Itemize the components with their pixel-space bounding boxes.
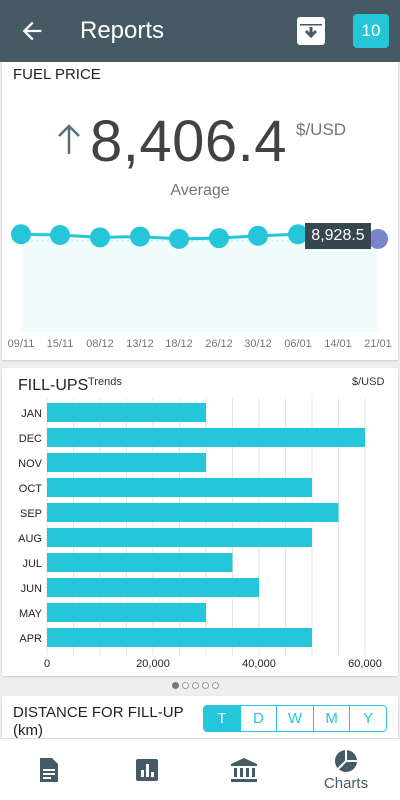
data-point[interactable] xyxy=(90,227,110,248)
bar[interactable] xyxy=(47,403,206,422)
x-tick-label: 14/01 xyxy=(324,338,352,350)
x-tick-label: 20,000 xyxy=(136,658,170,670)
x-tick-label: 09/11 xyxy=(8,338,35,350)
x-tick-label: 06/01 xyxy=(284,338,312,350)
bar[interactable] xyxy=(47,553,233,572)
fill-ups-unit: $/USD xyxy=(352,376,385,388)
bar[interactable] xyxy=(47,528,312,547)
page-dot[interactable] xyxy=(172,682,179,689)
data-point[interactable] xyxy=(50,225,70,246)
y-category-label: JUN xyxy=(21,583,42,595)
charts-nav-label: Charts xyxy=(323,774,369,792)
data-point[interactable] xyxy=(11,224,31,245)
line-area xyxy=(21,236,378,332)
y-category-label: SEP xyxy=(20,508,42,520)
bar[interactable] xyxy=(47,453,206,472)
bottom-nav: Charts xyxy=(0,738,400,800)
page-dot[interactable] xyxy=(182,682,189,689)
y-category-label: APR xyxy=(19,633,42,645)
page-indicator xyxy=(172,682,219,689)
x-tick-label: 60,000 xyxy=(348,658,382,670)
page-dot[interactable] xyxy=(202,682,209,689)
document-icon xyxy=(40,758,58,782)
bar[interactable] xyxy=(47,603,206,622)
nav-item-bank[interactable] xyxy=(230,739,258,800)
fill-ups-label: FILL-UPS xyxy=(18,377,89,394)
back-arrow-icon[interactable] xyxy=(18,17,46,45)
count-badge[interactable]: 10 xyxy=(353,14,389,48)
page-dot[interactable] xyxy=(192,682,199,689)
x-tick-label: 0 xyxy=(44,658,50,670)
period-option-d[interactable]: D xyxy=(239,706,277,731)
data-point[interactable] xyxy=(368,228,388,249)
fuel-price-label: FUEL PRICE xyxy=(13,66,101,83)
x-tick-label: 30/12 xyxy=(244,338,272,350)
y-category-label: OCT xyxy=(19,483,43,495)
period-option-m[interactable]: M xyxy=(312,706,350,731)
fill-ups-bar-chart: JAN DEC NOV OCT SEP AUG JUL JUN MAY APR 0 20,000 40,… xyxy=(18,398,382,670)
y-category-label: JUL xyxy=(22,558,42,570)
data-point[interactable] xyxy=(248,225,268,246)
y-category-label: DEC xyxy=(19,433,42,445)
period-selector: T D W M Y xyxy=(203,705,387,732)
data-point[interactable] xyxy=(169,228,189,249)
x-tick-label: 26/12 xyxy=(205,338,233,350)
bar-chart-icon xyxy=(136,759,158,781)
period-option-t[interactable]: T xyxy=(204,706,240,731)
period-option-y[interactable]: Y xyxy=(349,706,386,731)
x-tick-label: 21/01 xyxy=(364,338,392,350)
data-point[interactable] xyxy=(209,228,229,249)
trends-label: Trends xyxy=(88,376,122,388)
fuel-price-unit: $/USD xyxy=(296,120,347,139)
distance-label: DISTANCE FOR FILL-UP (km) xyxy=(13,704,184,740)
data-point[interactable] xyxy=(130,226,150,247)
y-category-label: JAN xyxy=(21,408,42,420)
nav-item-document[interactable] xyxy=(36,739,62,800)
bar[interactable] xyxy=(47,503,339,522)
nav-item-stats[interactable] xyxy=(134,739,160,800)
x-tick-label: 08/12 xyxy=(86,338,114,350)
y-category-label: NOV xyxy=(18,458,43,470)
bar[interactable] xyxy=(47,428,365,447)
bar[interactable] xyxy=(47,628,312,647)
archive-download-icon[interactable] xyxy=(296,16,326,46)
page-dot[interactable] xyxy=(212,682,219,689)
period-option-w[interactable]: W xyxy=(276,706,313,731)
fuel-price-value: 8,406.4 xyxy=(90,109,288,174)
chart-tooltip: 8,928.5 xyxy=(305,223,371,249)
x-tick-label: 18/12 xyxy=(165,338,193,350)
x-tick-label: 15/11 xyxy=(47,338,74,350)
x-tick-label: 40,000 xyxy=(242,658,276,670)
fuel-price-caption: Average xyxy=(170,182,230,199)
nav-item-charts[interactable]: Charts xyxy=(316,739,376,800)
bar[interactable] xyxy=(47,478,312,497)
y-category-label: MAY xyxy=(19,608,43,620)
app-bar: Reports 10 xyxy=(0,0,400,62)
y-category-label: AUG xyxy=(18,533,42,545)
pie-chart-icon xyxy=(335,749,357,772)
x-tick-label: 13/12 xyxy=(126,338,154,350)
page-title: Reports xyxy=(80,17,165,44)
bank-icon xyxy=(231,758,257,782)
distance-label-line1: DISTANCE FOR FILL-UP xyxy=(13,704,184,721)
arrow-up-icon xyxy=(58,124,80,154)
bar[interactable] xyxy=(47,578,259,597)
